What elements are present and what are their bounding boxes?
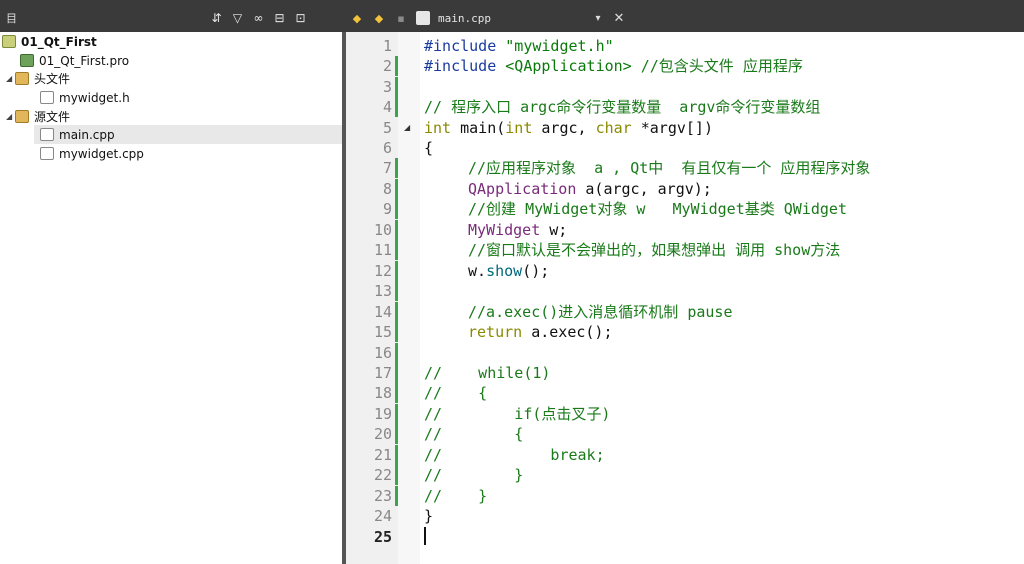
line-number-gutter: 1 2 3 4 5 6 7 8 9 10 11 12 13 14 15 16 17 18 19 20 21 22 23 24 2…	[346, 32, 398, 564]
split-icon[interactable]: ⊟	[269, 11, 290, 25]
code-line-7: //应用程序对象 a , Qt中 有且仅有一个 应用程序对象	[468, 159, 871, 177]
line-number: 13	[373, 282, 392, 300]
tree-item-label: 01_Qt_First.pro	[39, 53, 130, 68]
line-number: 7	[382, 159, 392, 177]
open-file-name[interactable]: main.cpp	[438, 12, 588, 25]
code-editor[interactable]: 1 2 3 4 5 6 7 8 9 10 11 12 13 14 15 16 17 18 19 20 21 22 23 24 2…	[346, 32, 1024, 564]
text-cursor	[424, 527, 426, 545]
file-icon	[416, 11, 430, 25]
project-panel-toolbar: 目 ⇵ ▽ ∞ ⊟ ⊡	[0, 7, 344, 29]
tree-item-pro-file[interactable]: 01_Qt_First.pro	[20, 51, 340, 70]
line-number: 16	[373, 344, 392, 362]
close-panel-icon[interactable]: ⊡	[290, 11, 311, 25]
line-number: 18	[373, 384, 392, 402]
fold-margin	[398, 32, 420, 564]
line-number: 1	[382, 37, 392, 55]
expand-arrow-icon[interactable]: ◢	[6, 74, 15, 83]
project-icon	[2, 35, 16, 48]
cpp-file-icon	[40, 147, 54, 160]
lock-icon: ▪	[397, 11, 405, 25]
code-line-5: int main(int argc, char *argv[])	[424, 119, 713, 137]
editor-tab-bar: ◆ ◆ ▪ main.cpp ▾ ✕	[346, 7, 1024, 29]
folder-icon	[15, 110, 29, 123]
line-number: 10	[373, 221, 392, 239]
code-line-10: MyWidget w;	[468, 221, 568, 239]
pro-file-icon	[20, 54, 34, 67]
tree-item-label: main.cpp	[59, 127, 115, 142]
line-number: 2	[382, 57, 392, 75]
line-number: 4	[382, 98, 392, 116]
line-number: 3	[382, 78, 392, 96]
tree-item-project-root[interactable]: 01_Qt_First	[2, 32, 340, 51]
code-line-22: // }	[424, 466, 524, 484]
code-line-17: // while(1)	[424, 364, 551, 382]
line-number: 24	[373, 507, 392, 525]
line-number: 5	[382, 119, 392, 137]
close-icon[interactable]: ✕	[608, 11, 630, 26]
code-line-4: // 程序入口 argc命令行变量数量 argv命令行变量数组	[424, 98, 821, 116]
tree-item-label: mywidget.h	[59, 90, 130, 105]
line-number: 6	[382, 139, 392, 157]
tree-item-header-file[interactable]: mywidget.h	[40, 88, 340, 107]
code-line-8: QApplication a(argc, argv);	[468, 180, 712, 198]
tree-item-main-cpp[interactable]: main.cpp	[34, 125, 346, 144]
expand-arrow-icon[interactable]: ◢	[6, 112, 15, 121]
line-number: 22	[373, 466, 392, 484]
code-line-14: //a.exec()进入消息循环机制 pause	[468, 303, 733, 321]
line-number: 19	[373, 405, 392, 423]
line-number: 11	[373, 241, 392, 259]
code-line-23: // }	[424, 487, 488, 505]
panel-title: 目	[6, 12, 17, 25]
line-number: 21	[373, 446, 392, 464]
code-line-20: // {	[424, 425, 524, 443]
header-file-icon	[40, 91, 54, 104]
code-line-9: //创建 MyWidget对象 w MyWidget基类 QWidget	[468, 200, 847, 218]
tree-item-headers[interactable]: ◢ 头文件	[6, 69, 340, 88]
tree-item-label: mywidget.cpp	[59, 146, 144, 161]
link-icon[interactable]: ∞	[248, 11, 269, 25]
line-number: 14	[373, 303, 392, 321]
tree-item-sources[interactable]: ◢ 源文件	[6, 107, 340, 126]
code-line-11: //窗口默认是不会弹出的，如果想弹出 调用 show方法	[468, 241, 841, 259]
fold-arrow-icon[interactable]: ◢	[404, 118, 410, 138]
code-line-15: return a.exec();	[468, 323, 613, 341]
code-line-2: #include <QApplication> //包含头文件 应用程序	[424, 57, 803, 75]
line-number: 25	[373, 528, 392, 546]
line-number: 23	[373, 487, 392, 505]
code-line-24: }	[424, 507, 434, 525]
forward-icon[interactable]: ◆	[368, 12, 390, 25]
code-line-1: #include "mywidget.h"	[424, 37, 614, 55]
line-number: 15	[373, 323, 392, 341]
line-number: 12	[373, 262, 392, 280]
folder-icon	[15, 72, 29, 85]
chevron-down-icon[interactable]: ▾	[588, 13, 608, 24]
line-number: 9	[382, 200, 392, 218]
code-line-12: w.show();	[468, 262, 550, 280]
tree-item-mywidget-cpp[interactable]: mywidget.cpp	[40, 144, 340, 163]
back-icon[interactable]: ◆	[346, 12, 368, 25]
top-toolbar: 目 ⇵ ▽ ∞ ⊟ ⊡ ◆ ◆ ▪ main.cpp ▾ ✕	[0, 0, 1024, 32]
code-line-21: // break;	[424, 446, 605, 464]
tree-item-label: 源文件	[34, 110, 71, 124]
filter-icon[interactable]: ▽	[227, 11, 248, 25]
sync-icon[interactable]: ⇵	[206, 11, 227, 25]
cpp-file-icon	[40, 128, 54, 141]
code-line-18: // {	[424, 384, 488, 402]
line-number: 20	[373, 425, 392, 443]
tree-item-label: 01_Qt_First	[21, 34, 97, 49]
tree-item-label: 头文件	[34, 72, 71, 86]
project-tree: 01_Qt_First 01_Qt_First.pro ◢ 头文件 mywidg…	[0, 32, 346, 564]
line-number: 8	[382, 180, 392, 198]
line-number: 17	[373, 364, 392, 382]
code-line-19: // if(点击叉子)	[424, 405, 611, 423]
code-line-6: {	[424, 139, 434, 157]
